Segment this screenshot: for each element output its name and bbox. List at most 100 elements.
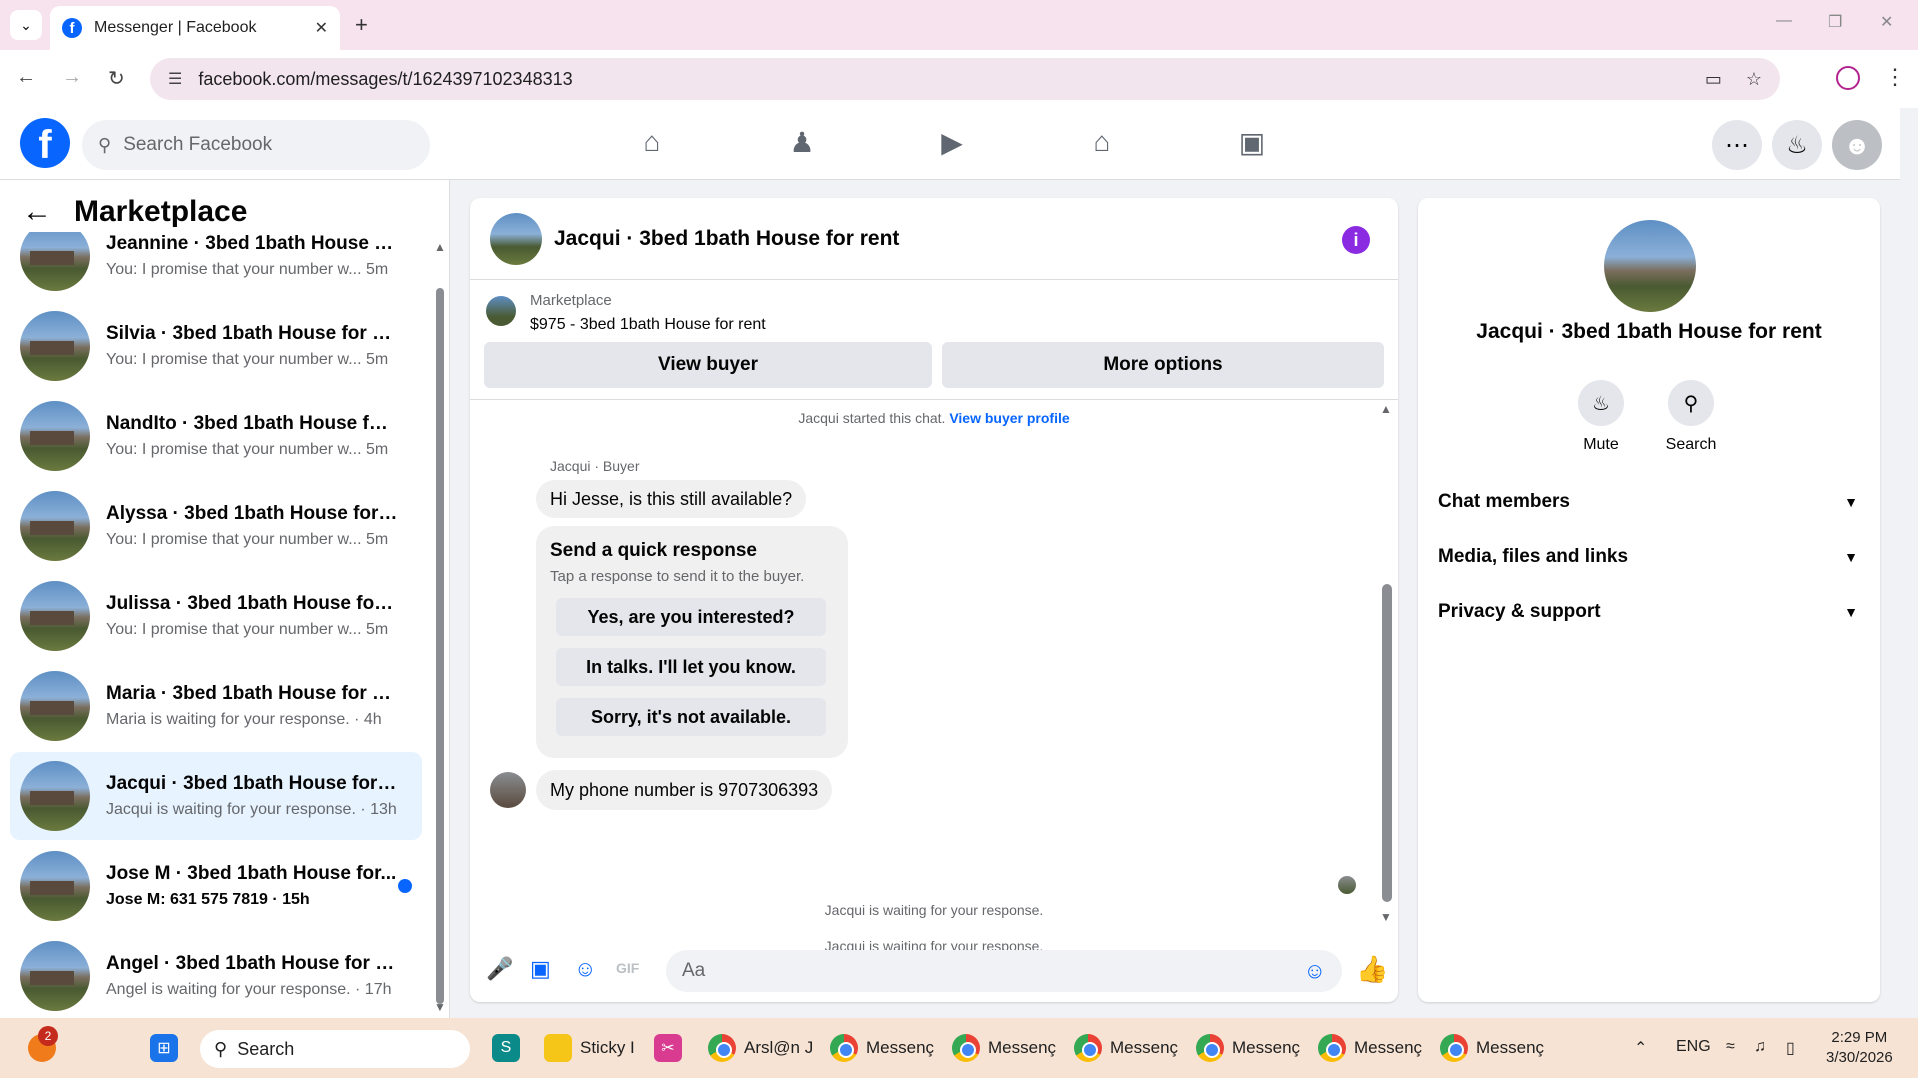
- conversation-name: Jeannine · 3bed 1bath House for...: [106, 233, 398, 254]
- chat-members-section[interactable]: Chat members ▼: [1438, 480, 1868, 524]
- notifications-bell-icon[interactable]: ♨: [1772, 120, 1822, 170]
- taskbar-app-chrome[interactable]: Messenç: [1440, 1030, 1544, 1066]
- view-buyer-button[interactable]: View buyer: [484, 342, 932, 388]
- start-button[interactable]: ⊞: [150, 1030, 186, 1066]
- listing-price[interactable]: $975 - 3bed 1bath House for rent: [530, 316, 766, 334]
- thumbs-up-icon[interactable]: 👍: [1356, 954, 1388, 985]
- message-bubble[interactable]: My phone number is 9707306393: [536, 770, 833, 810]
- chat-avatar[interactable]: [490, 212, 542, 265]
- chat-scroll-up-icon[interactable]: ▲: [1380, 402, 1392, 416]
- chevron-up-icon[interactable]: ⌃: [1634, 1038, 1647, 1058]
- reload-icon[interactable]: ↻: [108, 66, 125, 91]
- search-label: Search: [1665, 436, 1717, 453]
- back-arrow-icon[interactable]: ←: [22, 195, 52, 229]
- bookmark-star-icon[interactable]: ☆: [1746, 69, 1762, 90]
- chat-scroll-down-icon[interactable]: ▼: [1380, 910, 1392, 924]
- conversation-thumbnail: [20, 671, 90, 741]
- minimize-icon[interactable]: —: [1776, 12, 1792, 30]
- conversation-item[interactable]: Silvia · 3bed 1bath House for rent You: I…: [10, 302, 422, 390]
- taskbar-app-chrome[interactable]: Messenç: [1318, 1030, 1422, 1066]
- friends-icon[interactable]: ♟: [772, 126, 832, 159]
- search-action[interactable]: ⚲ Search: [1646, 380, 1736, 454]
- chat-scrollbar[interactable]: [1382, 584, 1392, 902]
- video-icon[interactable]: ▶: [922, 126, 982, 159]
- browser-profile-icon[interactable]: [1836, 66, 1860, 90]
- facebook-search-input[interactable]: ⚲ Search Facebook: [82, 120, 430, 170]
- sender-avatar[interactable]: [490, 772, 526, 808]
- mute-label: Mute: [1583, 436, 1619, 453]
- language-indicator[interactable]: ENG: [1676, 1038, 1711, 1056]
- menu-grid-icon[interactable]: ⋯: [1712, 120, 1762, 170]
- gif-icon[interactable]: GIF: [616, 960, 639, 976]
- emoji-icon[interactable]: ☺: [1304, 958, 1326, 984]
- wifi-icon[interactable]: ≈: [1726, 1038, 1735, 1056]
- volume-icon[interactable]: ♫: [1754, 1038, 1766, 1056]
- conversation-item[interactable]: Maria · 3bed 1bath House for rent Maria i…: [10, 662, 422, 750]
- gaming-icon[interactable]: ▣: [1222, 126, 1282, 159]
- microphone-icon[interactable]: 🎤: [486, 956, 513, 982]
- address-bar[interactable]: ☰ facebook.com/messages/t/16243971023483…: [150, 58, 1780, 100]
- conversation-preview: You: I promise that your number w... 5m: [106, 351, 389, 368]
- search-icon[interactable]: ⚲: [1668, 380, 1714, 426]
- message-input[interactable]: Aa ☺: [666, 950, 1342, 992]
- account-avatar[interactable]: ☻: [1832, 120, 1882, 170]
- quick-response-option[interactable]: Yes, are you interested?: [556, 598, 826, 636]
- search-placeholder: Search Facebook: [123, 134, 273, 155]
- taskbar-app-chrome[interactable]: Arsl@n J: [708, 1030, 813, 1066]
- tab-search-button[interactable]: ⌄: [10, 10, 42, 40]
- sticker-icon[interactable]: ☺: [574, 956, 596, 982]
- privacy-support-section[interactable]: Privacy & support ▼: [1438, 590, 1868, 634]
- chat-title[interactable]: Jacqui · 3bed 1bath House for rent: [554, 227, 899, 251]
- conversation-item[interactable]: Jeannine · 3bed 1bath House for... You: I…: [10, 232, 422, 300]
- install-app-icon[interactable]: ▭: [1705, 69, 1722, 90]
- snipping-tool-icon[interactable]: ✂: [654, 1030, 690, 1066]
- contact-avatar[interactable]: [1604, 220, 1696, 312]
- conversation-item[interactable]: Julissa · 3bed 1bath House for re... You:…: [10, 572, 422, 660]
- quick-response-option[interactable]: Sorry, it's not available.: [556, 698, 826, 736]
- conversation-item[interactable]: Angel · 3bed 1bath House for rent Angel i…: [10, 932, 422, 1018]
- site-info-icon[interactable]: ☰: [168, 69, 182, 89]
- conversation-item[interactable]: NandIto · 3bed 1bath House for ... You: I…: [10, 392, 422, 480]
- marketplace-icon[interactable]: ⌂: [1072, 126, 1132, 158]
- taskbar-app-chrome[interactable]: Messenç: [1074, 1030, 1178, 1066]
- quick-response-option[interactable]: In talks. I'll let you know.: [556, 648, 826, 686]
- home-icon[interactable]: ⌂: [622, 126, 682, 158]
- scroll-down-icon[interactable]: ▼: [434, 1000, 446, 1014]
- taskbar-app-chrome[interactable]: Messenç: [952, 1030, 1056, 1066]
- facebook-logo-icon[interactable]: f: [20, 118, 70, 168]
- view-buyer-profile-link[interactable]: View buyer profile: [949, 410, 1069, 426]
- battery-icon[interactable]: ▯: [1786, 1038, 1795, 1058]
- taskbar-search[interactable]: ⚲ Search: [200, 1030, 470, 1068]
- media-files-links-section[interactable]: Media, files and links ▼: [1438, 535, 1868, 579]
- close-tab-icon[interactable]: ✕: [315, 18, 328, 38]
- conversation-item[interactable]: Alyssa · 3bed 1bath House for rent You: I…: [10, 482, 422, 570]
- url-text[interactable]: facebook.com/messages/t/1624397102348313: [198, 69, 1681, 90]
- browser-tab[interactable]: f Messenger | Facebook ✕: [50, 6, 340, 50]
- section-label: Privacy & support: [1438, 601, 1601, 622]
- marketplace-sidebar: ← Marketplace Jeannine · 3bed 1bath Hous…: [0, 180, 450, 1018]
- back-icon[interactable]: ←: [16, 66, 36, 89]
- conversation-item[interactable]: Jacqui · 3bed 1bath House for rent Jacqui…: [10, 752, 422, 840]
- info-icon[interactable]: i: [1342, 226, 1370, 254]
- close-window-icon[interactable]: ✕: [1880, 12, 1893, 32]
- forward-icon[interactable]: →: [62, 66, 82, 89]
- browser-menu-icon[interactable]: ⋮: [1884, 64, 1906, 90]
- restore-icon[interactable]: ❐: [1828, 12, 1842, 32]
- page-scrollbar[interactable]: [1900, 108, 1918, 1018]
- photo-icon[interactable]: ▣: [530, 956, 551, 982]
- bell-icon[interactable]: ♨: [1578, 380, 1624, 426]
- more-options-button[interactable]: More options: [942, 342, 1384, 388]
- sidebar-scrollbar[interactable]: [436, 288, 444, 1004]
- app-s-icon[interactable]: S: [492, 1030, 528, 1066]
- new-tab-icon[interactable]: +: [355, 12, 368, 38]
- listing-thumbnail[interactable]: [486, 296, 516, 326]
- taskbar-app-chrome[interactable]: Messenç: [830, 1030, 934, 1066]
- system-clock[interactable]: 2:29 PM 3/30/2026: [1826, 1028, 1893, 1068]
- taskbar-app-chrome[interactable]: Messenç: [1196, 1030, 1300, 1066]
- conversation-name: Jacqui · 3bed 1bath House for rent: [106, 773, 398, 794]
- conversation-item[interactable]: Jose M · 3bed 1bath House for... Jose M: …: [10, 842, 422, 930]
- mute-action[interactable]: ♨ Mute: [1556, 380, 1646, 454]
- taskbar-app-sticky[interactable]: Sticky I: [544, 1030, 635, 1066]
- scroll-up-icon[interactable]: ▲: [434, 240, 446, 254]
- message-bubble[interactable]: Hi Jesse, is this still available?: [536, 480, 807, 518]
